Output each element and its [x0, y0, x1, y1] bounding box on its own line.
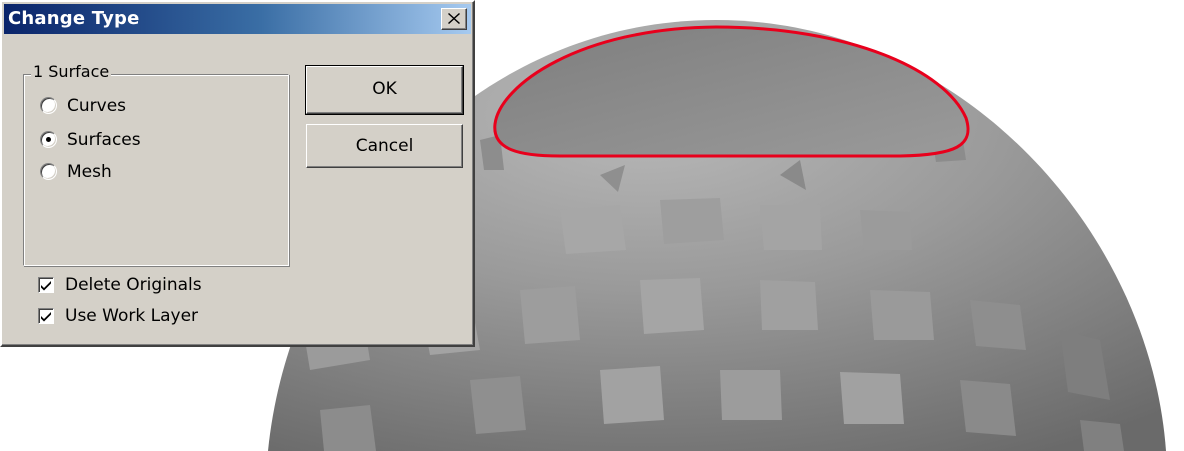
- close-x-icon: [448, 13, 460, 24]
- cancel-button-label: Cancel: [355, 136, 414, 156]
- radio-surfaces[interactable]: Surfaces: [40, 128, 280, 152]
- cancel-button[interactable]: Cancel: [306, 124, 463, 168]
- radio-surfaces-label: Surfaces: [67, 130, 141, 150]
- checkmark-icon: [41, 281, 51, 291]
- use-work-layer-label: Use Work Layer: [65, 306, 199, 326]
- radio-mesh-label: Mesh: [67, 162, 112, 182]
- dialog-title: Change Type: [8, 8, 140, 29]
- title-bar[interactable]: Change Type: [4, 4, 471, 34]
- delete-originals-checkbox[interactable]: [38, 277, 54, 293]
- close-button[interactable]: [441, 8, 467, 30]
- use-work-layer-checkbox[interactable]: [38, 308, 54, 324]
- radio-curves-button[interactable]: [40, 97, 57, 114]
- radio-curves[interactable]: Curves: [40, 94, 280, 118]
- radio-mesh-button[interactable]: [40, 163, 57, 180]
- radio-mesh[interactable]: Mesh: [40, 160, 280, 184]
- ok-button[interactable]: OK: [305, 65, 464, 115]
- delete-originals-label: Delete Originals: [65, 275, 202, 295]
- change-type-dialog: Change Type 1 Surface Curves Surfaces Me…: [0, 0, 475, 347]
- checkbox-delete-originals[interactable]: Delete Originals: [38, 273, 278, 297]
- checkmark-icon: [41, 312, 51, 322]
- checkbox-use-work-layer[interactable]: Use Work Layer: [38, 304, 278, 328]
- group-label: 1 Surface: [31, 62, 112, 81]
- radio-curves-label: Curves: [67, 96, 127, 116]
- selected-surface-cap[interactable]: [493, 25, 970, 158]
- ok-button-label: OK: [372, 79, 397, 99]
- radio-surfaces-button[interactable]: [40, 131, 57, 148]
